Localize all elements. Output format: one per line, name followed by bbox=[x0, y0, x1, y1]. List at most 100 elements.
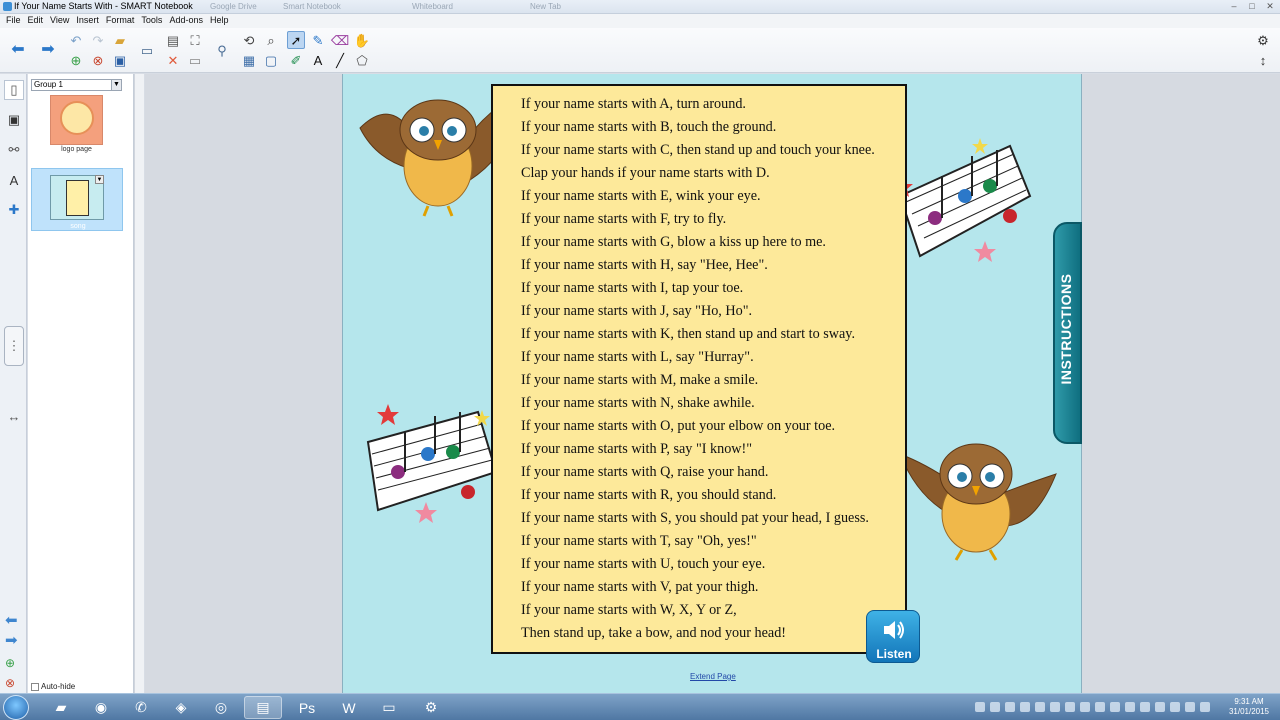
tray-icon[interactable] bbox=[1110, 702, 1120, 712]
song-lyrics-sheet[interactable]: If your name starts with A, turn around.… bbox=[491, 84, 907, 654]
tray-icon[interactable] bbox=[1155, 702, 1165, 712]
smart-tools-icon[interactable]: ◈ bbox=[162, 696, 200, 719]
chevron-down-icon[interactable]: ▼ bbox=[111, 80, 121, 90]
menu-addons[interactable]: Add-ons bbox=[167, 14, 208, 28]
magic-pen-icon[interactable]: ✎ bbox=[309, 31, 327, 49]
page-thumbnail-logo[interactable] bbox=[50, 95, 103, 145]
attachments-tab-icon[interactable]: ⚯ bbox=[4, 140, 24, 160]
maximize-button[interactable]: □ bbox=[1246, 1, 1258, 12]
full-screen-icon[interactable]: ⛶ bbox=[186, 31, 204, 49]
tray-icon[interactable] bbox=[1005, 702, 1015, 712]
zoom-icon[interactable]: ⌕ bbox=[262, 31, 280, 49]
move-toolbar-icon[interactable]: ↕ bbox=[1254, 51, 1272, 69]
music-notes-bottom-left-image[interactable] bbox=[358, 392, 500, 532]
display-icon[interactable]: ▭ bbox=[138, 41, 156, 59]
text-tool-icon[interactable]: A bbox=[309, 51, 327, 69]
redo-icon[interactable]: ↷ bbox=[89, 31, 107, 49]
chrome-icon[interactable]: ◎ bbox=[202, 696, 240, 719]
response-icon[interactable]: ▢ bbox=[262, 51, 280, 69]
shape-pen-icon[interactable]: ⬠ bbox=[353, 51, 371, 69]
next-page-side-icon[interactable]: ➡ bbox=[5, 633, 23, 648]
properties-tab-icon[interactable]: A bbox=[4, 170, 24, 190]
menu-file[interactable]: File bbox=[4, 14, 26, 28]
save-icon[interactable]: ▣ bbox=[111, 51, 129, 69]
lyric-line: If your name starts with O, put your elb… bbox=[521, 418, 836, 434]
paste-icon[interactable]: ▤ bbox=[164, 31, 182, 49]
add-page-side-icon[interactable]: ⊕ bbox=[5, 656, 23, 670]
delete-page-icon[interactable]: ⊗ bbox=[89, 51, 107, 69]
add-page-icon[interactable]: ⊕ bbox=[67, 51, 85, 69]
volume-icon[interactable] bbox=[1185, 702, 1195, 712]
undo-icon[interactable]: ↶ bbox=[67, 31, 85, 49]
viber-icon[interactable]: ✆ bbox=[122, 696, 160, 719]
minimize-button[interactable]: – bbox=[1228, 1, 1240, 12]
tray-icon[interactable] bbox=[1065, 702, 1075, 712]
menu-view[interactable]: View bbox=[48, 14, 74, 28]
windows-start-icon[interactable] bbox=[3, 695, 29, 720]
settings-icon[interactable]: ⚙ bbox=[1254, 31, 1272, 49]
background-tab[interactable]: Google Drive bbox=[210, 2, 270, 13]
delete-icon[interactable]: ✕ bbox=[164, 51, 182, 69]
page-sorter: Group 1 ▼ logo page ▼ song Auto-hide bbox=[28, 74, 134, 693]
document-camera-icon[interactable]: ⚲ bbox=[213, 41, 231, 59]
resize-panel-icon[interactable]: ↔ bbox=[4, 406, 24, 426]
listen-button[interactable]: Listen bbox=[866, 610, 920, 663]
auto-hide-toggle[interactable]: Auto-hide bbox=[31, 682, 75, 691]
word-icon[interactable]: W bbox=[330, 696, 368, 719]
photoshop-icon[interactable]: Ps bbox=[288, 696, 326, 719]
tray-icon[interactable] bbox=[1125, 702, 1135, 712]
fill-icon[interactable]: ✋ bbox=[353, 31, 371, 49]
page-thumbnail-song-selected[interactable]: ▼ song bbox=[31, 168, 123, 231]
notepad-icon[interactable]: ▭ bbox=[370, 696, 408, 719]
auto-hide-checkbox[interactable] bbox=[31, 682, 39, 691]
file-explorer-icon[interactable]: ▰ bbox=[42, 696, 80, 719]
table-icon[interactable]: ▦ bbox=[240, 51, 258, 69]
background-tab[interactable]: Smart Notebook bbox=[283, 2, 353, 13]
smart-notebook-task-icon[interactable]: ▤ bbox=[244, 696, 282, 719]
delete-page-side-icon[interactable]: ⊗ bbox=[5, 676, 23, 690]
addons-tab-icon[interactable]: ✚ bbox=[4, 200, 24, 220]
sorter-scrollbar[interactable] bbox=[134, 74, 144, 693]
music-notes-top-right-image[interactable] bbox=[890, 136, 1040, 281]
page-menu-chevron-icon[interactable]: ▼ bbox=[95, 175, 104, 184]
screen-shade-icon[interactable]: ▭ bbox=[186, 51, 204, 69]
menu-tools[interactable]: Tools bbox=[139, 14, 167, 28]
network-icon[interactable] bbox=[1200, 702, 1210, 712]
menu-format[interactable]: Format bbox=[104, 14, 140, 28]
group-select-value: Group 1 bbox=[34, 80, 63, 89]
open-file-icon[interactable]: ▰ bbox=[111, 31, 129, 49]
menu-edit[interactable]: Edit bbox=[26, 14, 49, 28]
menu-insert[interactable]: Insert bbox=[74, 14, 104, 28]
tray-icon[interactable] bbox=[1050, 702, 1060, 712]
tray-icon[interactable] bbox=[975, 702, 985, 712]
select-tool-icon[interactable]: ➚ bbox=[287, 31, 305, 49]
pens-icon[interactable]: ✐ bbox=[287, 51, 305, 69]
gallery-tab-icon[interactable]: ▣ bbox=[4, 110, 24, 130]
owl-bottom-right-image[interactable] bbox=[896, 434, 1060, 564]
instructions-tab[interactable]: INSTRUCTIONS bbox=[1053, 222, 1082, 444]
tray-icon[interactable] bbox=[990, 702, 1000, 712]
page-sorter-tab-icon[interactable]: ▯ bbox=[4, 80, 24, 100]
tray-icon[interactable] bbox=[1140, 702, 1150, 712]
line-tool-icon[interactable]: ╱ bbox=[331, 51, 349, 69]
media-player-icon[interactable]: ◉ bbox=[82, 696, 120, 719]
extend-page-link[interactable]: Extend Page bbox=[690, 672, 736, 681]
tray-icon[interactable] bbox=[1095, 702, 1105, 712]
previous-page-icon[interactable]: ⬅ bbox=[9, 41, 27, 59]
capture-icon[interactable]: ⟲ bbox=[240, 31, 258, 49]
eraser-icon[interactable]: ⌫ bbox=[331, 31, 349, 49]
background-tab[interactable]: New Tab bbox=[530, 2, 575, 13]
control-panel-icon[interactable]: ⚙ bbox=[412, 696, 450, 719]
taskbar-clock[interactable]: 9:31 AM 31/01/2015 bbox=[1222, 697, 1276, 717]
collapse-handle-icon[interactable]: ⋮ bbox=[4, 326, 24, 366]
tray-icon[interactable] bbox=[1020, 702, 1030, 712]
menu-help[interactable]: Help bbox=[208, 14, 234, 28]
previous-page-side-icon[interactable]: ⬅ bbox=[5, 613, 23, 628]
tray-icon[interactable] bbox=[1080, 702, 1090, 712]
background-tab[interactable]: Whiteboard bbox=[412, 2, 472, 13]
close-button[interactable]: ✕ bbox=[1264, 1, 1276, 12]
tray-icon[interactable] bbox=[1170, 702, 1180, 712]
tray-icon[interactable] bbox=[1035, 702, 1045, 712]
group-select[interactable]: Group 1 ▼ bbox=[31, 79, 122, 91]
next-page-icon[interactable]: ➡ bbox=[39, 41, 57, 59]
